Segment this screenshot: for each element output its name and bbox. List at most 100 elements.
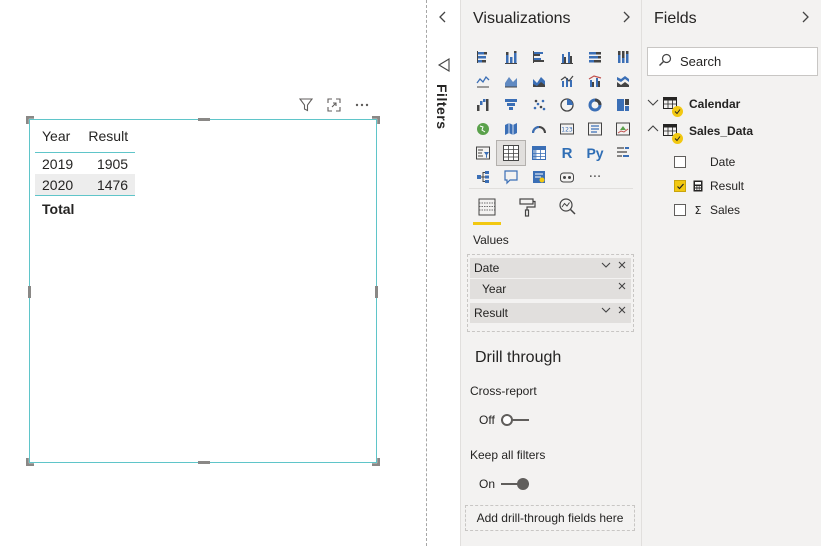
tab-format[interactable] xyxy=(513,195,541,225)
table-visual-icon[interactable] xyxy=(496,140,526,166)
resize-handle-top-left[interactable] xyxy=(26,116,34,124)
values-label: Values xyxy=(473,233,509,247)
resize-handle-top[interactable] xyxy=(198,118,210,121)
field-checkbox[interactable] xyxy=(674,204,686,216)
paint-roller-icon xyxy=(517,197,537,221)
resize-handle-bottom-left[interactable] xyxy=(26,458,34,466)
stacked-area-chart-icon[interactable] xyxy=(525,69,553,93)
more-visuals-label: ··· xyxy=(588,169,602,185)
values-well[interactable]: Date Year Result xyxy=(467,254,634,332)
table-row[interactable]: 2020 1476 xyxy=(35,174,136,196)
tab-fields[interactable] xyxy=(473,195,501,225)
line-and-clustered-column-chart-icon[interactable] xyxy=(581,69,609,93)
fields-well-icon xyxy=(477,197,497,221)
filters-pane-collapsed[interactable]: Filters xyxy=(428,0,460,546)
python-visual-label: Py xyxy=(586,145,604,161)
field-checkbox[interactable] xyxy=(674,156,686,168)
table-name: Sales_Data xyxy=(689,123,754,138)
table-item-calendar[interactable]: Calendar xyxy=(647,96,740,117)
scatter-chart-icon[interactable] xyxy=(525,93,553,117)
resize-handle-right[interactable] xyxy=(375,286,378,298)
chevron-up-icon[interactable] xyxy=(647,123,659,138)
donut-chart-icon[interactable] xyxy=(581,93,609,117)
pie-chart-icon[interactable] xyxy=(553,93,581,117)
key-influencers-icon[interactable] xyxy=(609,141,637,165)
remove-field-icon[interactable] xyxy=(617,281,627,294)
funnel-chart-icon[interactable] xyxy=(497,93,525,117)
keep-all-filters-toggle[interactable] xyxy=(501,478,530,490)
card-icon[interactable]: 123 xyxy=(553,117,581,141)
table-item-sales-data[interactable]: Sales_Data xyxy=(647,123,754,144)
cross-report-toggle-row: Off xyxy=(479,413,529,427)
area-chart-icon[interactable] xyxy=(497,69,525,93)
cross-report-toggle[interactable] xyxy=(500,414,529,426)
gauge-icon[interactable] xyxy=(525,117,553,141)
qa-visual-icon[interactable] xyxy=(497,165,525,189)
checkmark-icon xyxy=(672,132,683,144)
field-item-sales[interactable]: Σ Sales xyxy=(674,203,740,217)
focus-mode-icon[interactable] xyxy=(326,97,342,113)
cell-result: 1905 xyxy=(96,156,129,172)
drill-through-drop-zone[interactable]: Add drill-through fields here xyxy=(465,505,635,531)
100-stacked-bar-chart-icon[interactable] xyxy=(581,45,609,69)
remove-field-icon[interactable] xyxy=(617,260,627,273)
filters-label[interactable]: Filters xyxy=(434,84,450,130)
well-field-name: Result xyxy=(474,306,509,320)
field-name: Date xyxy=(710,155,736,169)
fields-search-input[interactable]: Search xyxy=(647,47,818,76)
filter-icon[interactable] xyxy=(298,97,314,113)
resize-handle-left[interactable] xyxy=(28,286,31,298)
chevron-down-icon[interactable] xyxy=(601,305,611,318)
well-field-year[interactable]: Year xyxy=(470,279,631,299)
resize-handle-bottom[interactable] xyxy=(198,461,210,464)
more-options-icon[interactable] xyxy=(354,97,370,113)
field-item-result[interactable]: Result xyxy=(674,179,744,193)
remove-field-icon[interactable] xyxy=(617,305,627,318)
resize-handle-top-right[interactable] xyxy=(372,116,380,124)
well-field-date[interactable]: Date xyxy=(470,258,631,278)
stacked-bar-chart-icon[interactable] xyxy=(469,45,497,69)
clustered-column-chart-icon[interactable] xyxy=(553,45,581,69)
collapse-visualizations-chevron-icon[interactable] xyxy=(621,10,631,28)
column-header-result[interactable]: Result xyxy=(81,126,136,153)
matrix-visual-icon[interactable] xyxy=(525,141,553,165)
kpi-icon[interactable] xyxy=(609,117,637,141)
paginated-report-icon[interactable] xyxy=(553,165,581,189)
python-visual-icon[interactable]: Py xyxy=(581,141,609,165)
drill-through-title: Drill through xyxy=(475,349,562,366)
field-checkbox[interactable] xyxy=(674,180,686,192)
decomposition-tree-icon[interactable] xyxy=(469,165,497,189)
map-icon[interactable] xyxy=(469,117,497,141)
waterfall-chart-icon[interactable] xyxy=(469,93,497,117)
100-stacked-column-chart-icon[interactable] xyxy=(609,45,637,69)
search-icon xyxy=(658,53,672,70)
search-placeholder: Search xyxy=(680,54,722,69)
chevron-down-icon[interactable] xyxy=(647,96,659,111)
more-visuals-icon[interactable]: ··· xyxy=(581,165,609,189)
filled-map-icon[interactable] xyxy=(497,117,525,141)
clustered-bar-chart-icon[interactable] xyxy=(525,45,553,69)
slicer-icon[interactable] xyxy=(469,141,497,165)
table-row[interactable]: 2019 1905 xyxy=(35,153,135,175)
matrix-visual[interactable]: Year Result 2019 1905 2020 1476 Total xyxy=(26,116,380,466)
line-and-stacked-column-chart-icon[interactable] xyxy=(553,69,581,93)
keep-all-filters-toggle-row: On xyxy=(479,477,530,491)
stacked-column-chart-icon[interactable] xyxy=(497,45,525,69)
expand-filters-chevron-icon[interactable] xyxy=(438,10,448,28)
well-field-result[interactable]: Result xyxy=(470,303,631,323)
chevron-down-icon[interactable] xyxy=(601,260,611,273)
column-header-year[interactable]: Year xyxy=(35,126,82,153)
multi-row-card-icon[interactable] xyxy=(581,117,609,141)
treemap-icon[interactable] xyxy=(609,93,637,117)
tab-analytics[interactable] xyxy=(553,195,581,225)
report-canvas[interactable]: Year Result 2019 1905 2020 1476 Total xyxy=(0,0,427,546)
smart-narrative-icon[interactable] xyxy=(525,165,553,189)
collapse-fields-chevron-icon[interactable] xyxy=(800,10,810,28)
field-item-date[interactable]: Date xyxy=(674,155,735,169)
resize-handle-bottom-right[interactable] xyxy=(372,458,380,466)
line-chart-icon[interactable] xyxy=(469,69,497,93)
r-script-visual-icon[interactable]: R xyxy=(553,141,581,165)
cell-year: 2019 xyxy=(42,156,74,172)
ribbon-chart-icon[interactable] xyxy=(609,69,637,93)
keep-all-filters-state: On xyxy=(479,477,496,491)
